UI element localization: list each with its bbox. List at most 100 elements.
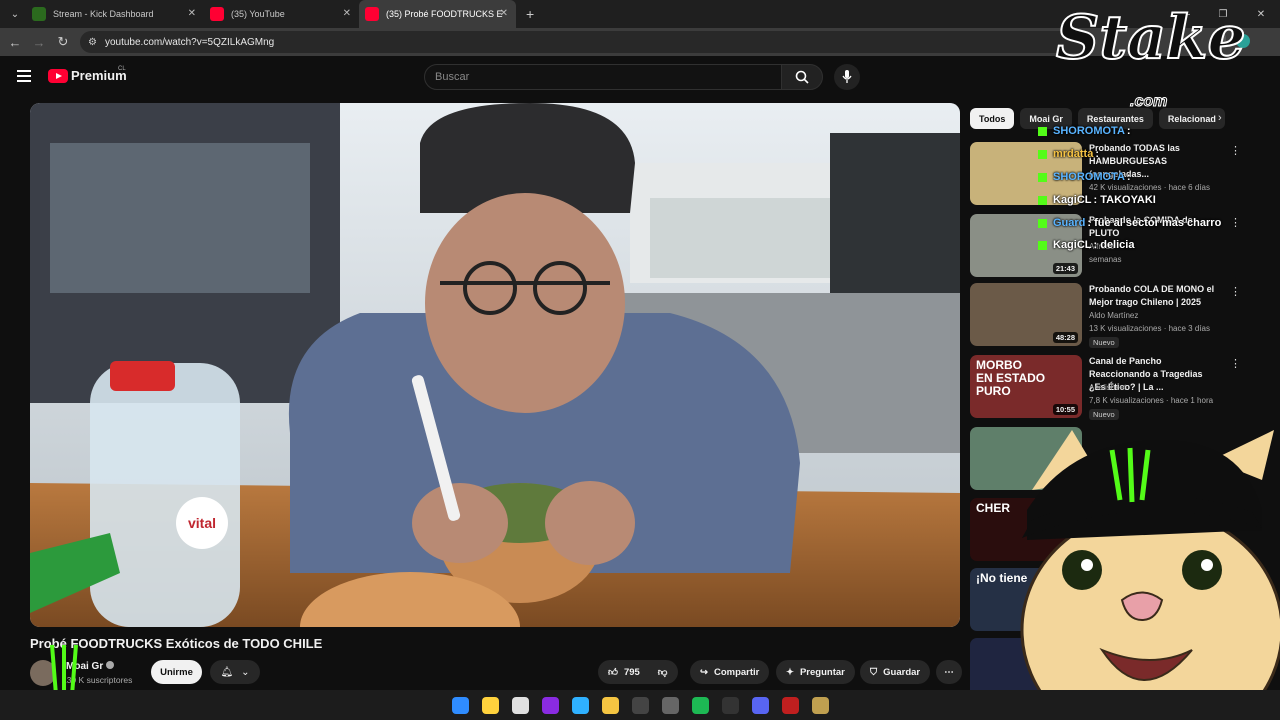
ask-button[interactable]: ✦ Preguntar [776,660,855,684]
video-frame: vital [30,103,960,627]
video-thumbnail[interactable]: 48:28 [970,283,1082,346]
more-options-icon[interactable]: ⋮ [1230,285,1241,298]
inkscape-icon[interactable] [541,696,559,714]
discord-icon[interactable] [751,696,769,714]
channel-name[interactable]: Analisheet [1089,383,1126,392]
kick-badge-icon [1038,218,1047,228]
chat-message: KagiCL: delicia [1038,239,1134,251]
close-tab-icon[interactable]: ✕ [500,8,508,19]
save-label: Guardar [883,666,921,678]
like-icon[interactable]: 👍︎ [608,666,618,678]
video-duration: 48:28 [1052,332,1078,343]
close-tab-icon[interactable]: ✕ [188,8,196,19]
notifications-button[interactable]: 🔔︎ ⌄ [210,660,260,684]
search-icon [795,70,809,84]
close-tab-icon[interactable]: ✕ [343,8,351,19]
chip-relacionados[interactable]: Relacionad [1158,108,1225,129]
search-input[interactable]: Buscar [424,64,782,90]
rockstar-icon[interactable] [781,696,799,714]
chrome-icon[interactable] [511,696,529,714]
chat-text: : [1126,125,1131,137]
video-meta: 7,8 K visualizaciones · hace 1 hora [1089,396,1214,405]
capcut-icon[interactable] [631,696,649,714]
code-icon[interactable] [661,696,679,714]
video-player[interactable]: vital [30,103,960,627]
windows-icon[interactable] [451,696,469,714]
recommended-video[interactable]: MORBO EN ESTADO PURO 10:55 Canal de Pancho R… [970,355,1270,420]
browser-tab-active[interactable]: (35) Probé FOODTRUCKS E ✕ [359,0,516,28]
bookmark-icon: ⛉ [870,666,878,678]
youtube-icon [365,7,379,21]
tab-search-icon[interactable]: ⌄ [4,3,26,25]
video-meta: 42 K visualizaciones · hace 6 días [1089,183,1210,192]
dislike-icon[interactable]: 👎︎ [658,666,668,678]
browser-tab[interactable]: (35) YouTube ✕ [204,0,359,28]
join-button[interactable]: Unirme [151,660,202,684]
video-title[interactable]: Probando COLA DE MONO el Mejor trago Chi… [1089,283,1217,309]
verified-icon [106,661,115,669]
chip-todos[interactable]: Todos [970,108,1015,129]
video-thumbnail[interactable]: MORBO EN ESTADO PURO 10:55 [970,355,1082,418]
new-tab-icon[interactable]: + [526,6,534,22]
youtube-icon [210,7,224,21]
thumbnail-text: MORBO EN ESTADO PURO [976,358,1046,398]
kick-badge-icon [1038,126,1047,136]
more-options-icon[interactable]: ⋮ [1230,144,1241,157]
kick-badge-icon [1038,149,1047,159]
youtube-logo[interactable]: Premium CL [48,66,127,83]
save-button[interactable]: ⛉ Guardar [860,660,931,684]
country-code: CL [118,66,126,72]
chat-text: : delicia [1093,239,1135,251]
share-button[interactable]: ↪ Compartir [690,660,770,684]
chat-username: mrdatta [1053,148,1094,160]
bell-icon: 🔔︎ [220,666,234,678]
tab-title: (35) Probé FOODTRUCKS E [386,9,503,19]
explorer-icon[interactable] [601,696,619,714]
tab-title: Stream - Kick Dashboard [53,9,154,19]
more-actions-button[interactable]: ⋯ [936,660,962,684]
chevron-right-icon[interactable]: › [1218,112,1222,124]
microphone-icon [842,70,852,83]
reload-icon[interactable]: ↻ [51,34,75,50]
site-info-icon[interactable]: ⚙ [88,37,97,48]
chat-message: SHOROMOTA: [1038,171,1131,183]
search-button[interactable] [781,64,823,90]
chat-message: Guard: fue al sector mas charro [1038,217,1221,229]
forward-icon[interactable]: → [27,35,51,50]
ask-label: Preguntar [799,666,845,678]
chat-text: : [1095,148,1100,160]
github-icon[interactable] [721,696,739,714]
close-window-icon[interactable]: ✕ [1242,0,1280,28]
browser-tab[interactable]: Stream - Kick Dashboard ✕ [26,0,204,28]
address-field[interactable]: ⚙ youtube.com/watch?v=5QZILkAGMng [80,31,1096,53]
kick-badge-icon [1038,240,1047,250]
chat-text: : fue al sector mas charro [1087,217,1222,229]
league-icon[interactable] [811,696,829,714]
tab-title: (35) YouTube [231,9,285,19]
chat-message: KagiCL: TAKOYAKI [1038,194,1156,206]
youtube-play-icon [48,68,68,83]
like-dislike-group: 👍︎ 795 👎︎ [598,660,678,684]
chat-text: : [1126,171,1131,183]
folder-ring-icon[interactable] [481,696,499,714]
like-count[interactable]: 795 [624,667,640,678]
more-options-icon[interactable]: ⋮ [1230,216,1241,229]
chevron-down-icon: ⌄ [241,666,250,678]
new-badge: Nuevo [1089,409,1119,420]
kick-badge-icon [1038,195,1047,205]
chat-username: KagiCL [1053,194,1092,206]
recommended-video[interactable]: 48:28 Probando COLA DE MONO el Mejor trag… [970,283,1270,348]
file-icon[interactable] [571,696,589,714]
back-icon[interactable]: ← [3,35,27,50]
share-label: Compartir [713,666,760,678]
menu-icon[interactable] [17,70,31,82]
chat-username: SHOROMOTA [1053,125,1125,137]
new-badge: Nuevo [1089,337,1119,348]
sparkle-icon: ✦ [786,666,794,678]
channel-name[interactable]: Aldo Martínez [1089,311,1138,320]
voice-search-button[interactable] [834,64,860,90]
chat-username: KagiCL [1053,239,1092,251]
chat-username: SHOROMOTA [1053,171,1125,183]
spotify-icon[interactable] [691,696,709,714]
more-options-icon[interactable]: ⋮ [1230,357,1241,370]
